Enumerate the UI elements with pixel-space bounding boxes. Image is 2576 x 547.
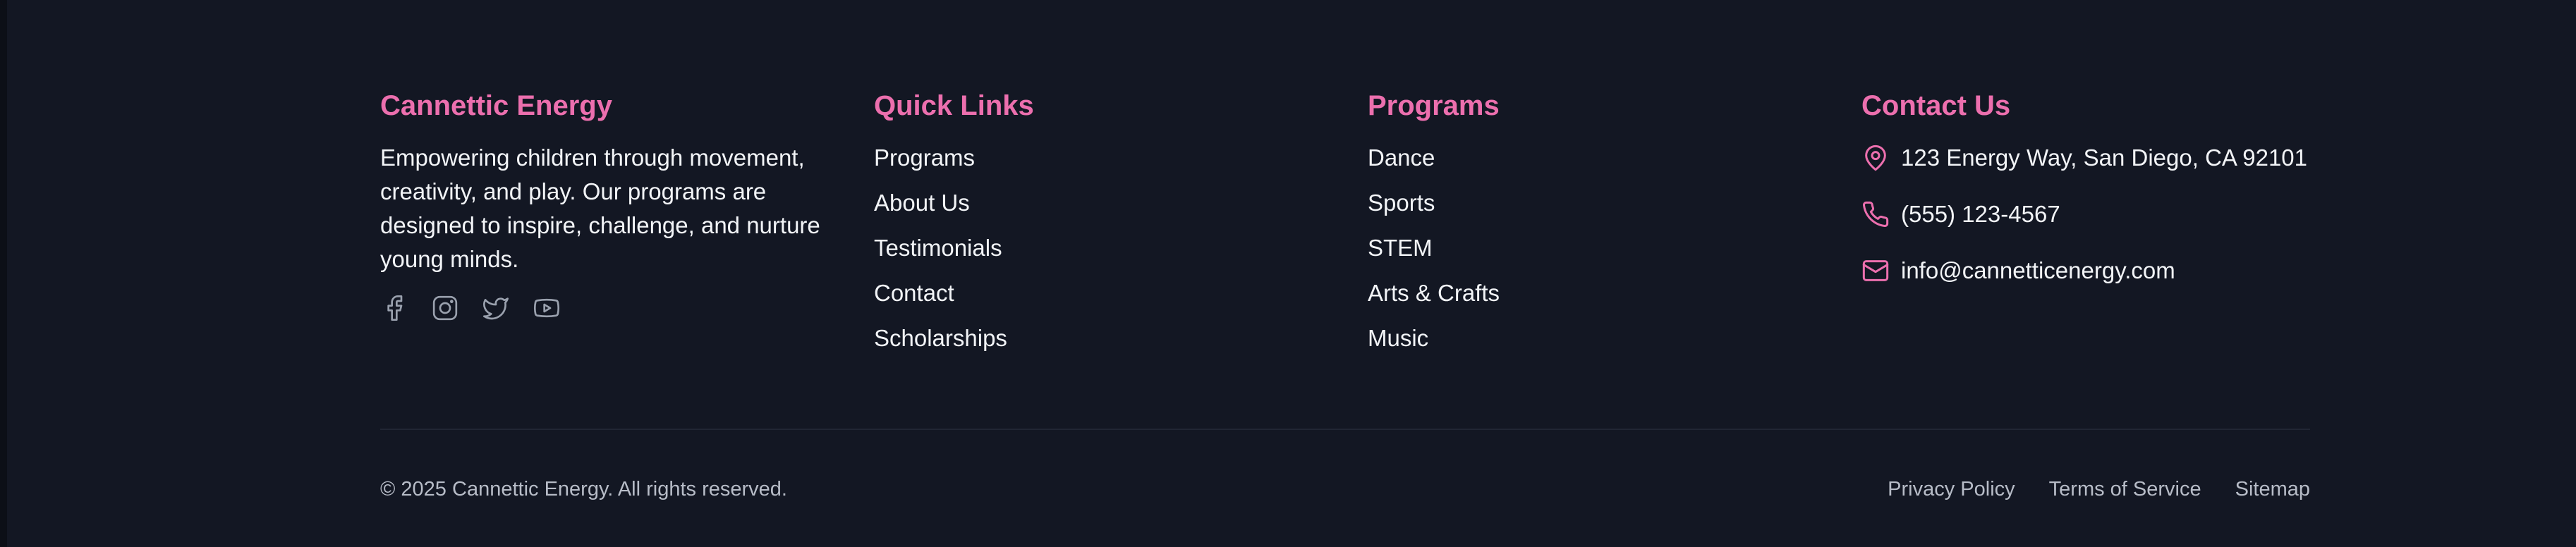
list-item: Sports [1368,186,1791,231]
brand-description: Empowering children through movement, cr… [380,145,820,272]
terms-of-service-link[interactable]: Terms of Service [2049,474,2201,505]
copyright-text: © 2025 Cannettic Energy. All rights rese… [380,478,787,500]
programs-list: Dance Sports STEM Arts & Crafts Music [1368,141,1791,367]
social-links [380,294,832,322]
list-item: STEM [1368,231,1791,276]
list-item: Scholarships [874,321,1297,367]
contact-address: 123 Energy Way, San Diego, CA 92101 [1901,145,2308,171]
map-pin-icon [1861,141,1890,175]
contact-column: Contact Us 123 Energy Way, San Diego, CA… [1861,85,2327,310]
link-sports[interactable]: Sports [1368,190,1435,216]
privacy-policy-link[interactable]: Privacy Policy [1888,474,2015,505]
quick-links-title: Quick Links [874,90,1034,121]
link-contact[interactable]: Contact [874,280,954,306]
list-item: Programs [874,141,1297,186]
sitemap-link[interactable]: Sitemap [2235,474,2310,505]
link-music[interactable]: Music [1368,325,1428,351]
site-footer: Cannettic Energy Empowering children thr… [380,0,2310,547]
list-item: Arts & Crafts [1368,276,1791,321]
facebook-icon[interactable] [380,294,408,322]
link-arts-crafts[interactable]: Arts & Crafts [1368,280,1500,306]
contact-address-row: 123 Energy Way, San Diego, CA 92101 [1861,141,2327,197]
link-stem[interactable]: STEM [1368,235,1433,261]
mail-icon [1861,254,1890,288]
list-item: Music [1368,321,1791,367]
contact-phone[interactable]: (555) 123-4567 [1901,197,2060,231]
contact-email-row: info@cannetticenergy.com [1861,254,2327,310]
contact-phone-row: (555) 123-4567 [1861,197,2327,254]
list-item: About Us [874,186,1297,231]
contact-list: 123 Energy Way, San Diego, CA 92101 (555… [1861,141,2327,310]
contact-email[interactable]: info@cannetticenergy.com [1901,254,2175,288]
contact-title: Contact Us [1861,90,2011,121]
quick-links-list: Programs About Us Testimonials Contact S… [874,141,1297,367]
link-dance[interactable]: Dance [1368,145,1435,171]
left-edge-border [0,0,7,547]
link-testimonials[interactable]: Testimonials [874,235,1002,261]
phone-icon [1861,197,1890,231]
link-about-us[interactable]: About Us [874,190,970,216]
list-item: Testimonials [874,231,1297,276]
list-item: Dance [1368,141,1791,186]
youtube-icon[interactable] [533,294,561,322]
brand-column: Cannettic Energy Empowering children thr… [380,85,832,322]
legal-links: Privacy Policy Terms of Service Sitemap [1888,474,2310,505]
quick-links-column: Quick Links Programs About Us Testimonia… [874,85,1297,367]
twitter-icon[interactable] [482,294,510,322]
programs-title: Programs [1368,90,1500,121]
brand-title: Cannettic Energy [380,90,612,121]
link-programs[interactable]: Programs [874,145,975,171]
list-item: Contact [874,276,1297,321]
programs-column: Programs Dance Sports STEM Arts & Crafts… [1368,85,1791,367]
instagram-icon[interactable] [431,294,459,322]
footer-divider [380,429,2310,430]
link-scholarships[interactable]: Scholarships [874,325,1007,351]
